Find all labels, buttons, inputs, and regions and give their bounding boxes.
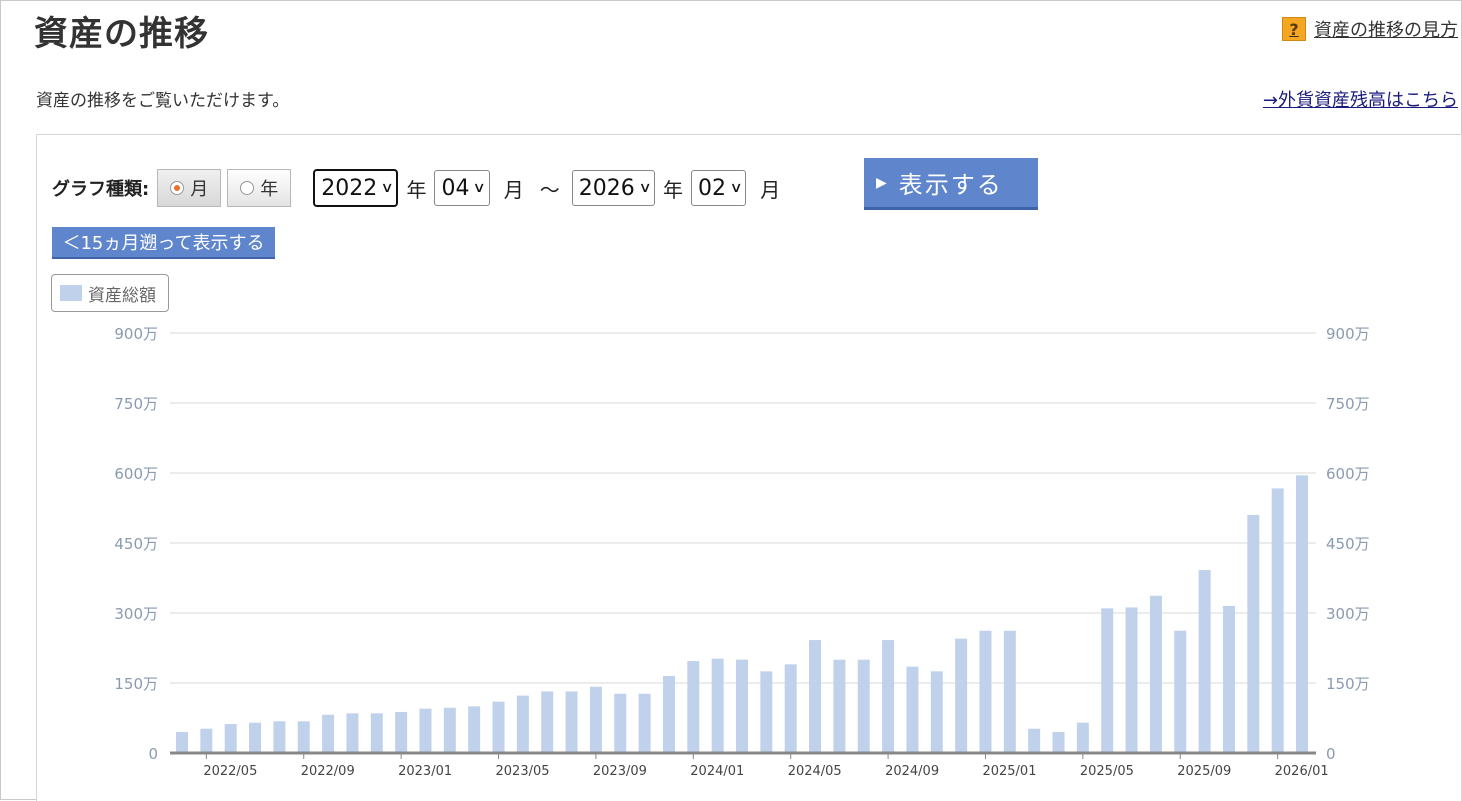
bar-2025/11[interactable] xyxy=(1222,606,1235,753)
bar-2022/06[interactable] xyxy=(224,724,237,753)
bar-2025/04[interactable] xyxy=(1052,732,1065,753)
bar-2024/10[interactable] xyxy=(906,666,919,753)
bar-2022/09[interactable] xyxy=(297,721,310,753)
bar-2024/01[interactable] xyxy=(687,661,700,753)
bar-2024/06[interactable] xyxy=(809,640,822,753)
x-tick-label: 2024/05 xyxy=(788,764,842,779)
y-tick-label-right: 450万 xyxy=(1326,535,1370,553)
x-tick-label: 2024/01 xyxy=(690,764,744,779)
y-tick-label-right: 150万 xyxy=(1326,675,1370,693)
bar-2023/09[interactable] xyxy=(589,686,602,753)
y-tick-label-right: 750万 xyxy=(1326,395,1370,413)
bar-2024/08[interactable] xyxy=(857,659,870,753)
bar-2025/10[interactable] xyxy=(1198,570,1211,753)
bar-2023/07[interactable] xyxy=(541,691,554,753)
bar-2025/12[interactable] xyxy=(1247,515,1260,753)
bar-2023/10[interactable] xyxy=(614,693,627,753)
y-tick-label-left: 300万 xyxy=(114,605,158,623)
bar-2022/10[interactable] xyxy=(322,714,335,753)
bar-2024/04[interactable] xyxy=(760,671,773,753)
y-tick-label-left: 450万 xyxy=(114,535,158,553)
x-tick-label: 2023/01 xyxy=(398,764,452,779)
bar-2025/05[interactable] xyxy=(1076,722,1089,753)
y-tick-label-right: 300万 xyxy=(1326,605,1370,623)
x-tick-label: 2022/09 xyxy=(301,764,355,779)
y-tick-label-left: 750万 xyxy=(114,395,158,413)
bar-2022/11[interactable] xyxy=(346,713,359,753)
asset-bar-chart: 0 0 150万 150万 300万 300万 450万 450万 600万 600万 750万 75… xyxy=(114,325,1370,779)
x-tick-label: 2025/05 xyxy=(1080,764,1134,779)
bar-2024/02[interactable] xyxy=(711,658,724,753)
bar-2023/06[interactable] xyxy=(516,695,529,753)
bar-2023/12[interactable] xyxy=(662,676,675,753)
y-tick-label-right: 600万 xyxy=(1326,465,1370,483)
bar-2023/11[interactable] xyxy=(638,693,651,753)
bar-2025/07[interactable] xyxy=(1125,607,1138,753)
bar-2023/01[interactable] xyxy=(395,711,408,753)
y-tick-label-left: 150万 xyxy=(114,675,158,693)
bar-2023/04[interactable] xyxy=(468,706,481,753)
bar-2022/12[interactable] xyxy=(370,713,383,753)
x-tick-label: 2025/01 xyxy=(982,764,1036,779)
y-tick-label-right: 0 xyxy=(1326,745,1336,763)
bar-2026/01[interactable] xyxy=(1271,488,1284,753)
bar-2024/05[interactable] xyxy=(784,664,797,753)
y-tick-label-left: 0 xyxy=(148,745,158,763)
bar-2026/02[interactable] xyxy=(1296,475,1308,753)
x-tick-label: 2023/09 xyxy=(593,764,647,779)
bar-2024/03[interactable] xyxy=(736,659,748,753)
bar-2023/05[interactable] xyxy=(492,701,505,753)
bar-2025/03[interactable] xyxy=(1028,728,1041,753)
bar-2025/06[interactable] xyxy=(1101,608,1114,753)
bar-2024/07[interactable] xyxy=(833,659,846,753)
bar-2022/05[interactable] xyxy=(200,728,213,753)
bar-2023/03[interactable] xyxy=(443,707,456,753)
y-tick-label-right: 900万 xyxy=(1326,325,1370,343)
y-tick-label-left: 600万 xyxy=(114,465,158,483)
bar-2025/08[interactable] xyxy=(1149,595,1162,753)
bar-2025/02[interactable] xyxy=(1003,630,1016,753)
bar-2025/09[interactable] xyxy=(1174,630,1187,753)
x-tick-label: 2022/05 xyxy=(203,764,257,779)
x-tick-label: 2024/09 xyxy=(885,764,939,779)
bar-2023/02[interactable] xyxy=(419,708,432,753)
bar-2022/08[interactable] xyxy=(273,721,286,753)
x-tick-label: 2026/01 xyxy=(1275,764,1329,779)
x-tick-label: 2023/05 xyxy=(496,764,550,779)
bar-2024/11[interactable] xyxy=(930,671,943,753)
bar-2022/07[interactable] xyxy=(249,722,262,753)
y-tick-label-left: 900万 xyxy=(114,325,158,343)
bar-2025/01[interactable] xyxy=(979,630,992,753)
bar-2024/12[interactable] xyxy=(955,638,968,753)
bar-2024/09[interactable] xyxy=(882,640,895,753)
bar-2023/08[interactable] xyxy=(565,691,578,753)
bar-2022/04[interactable] xyxy=(176,732,188,753)
x-tick-label: 2025/09 xyxy=(1177,764,1231,779)
